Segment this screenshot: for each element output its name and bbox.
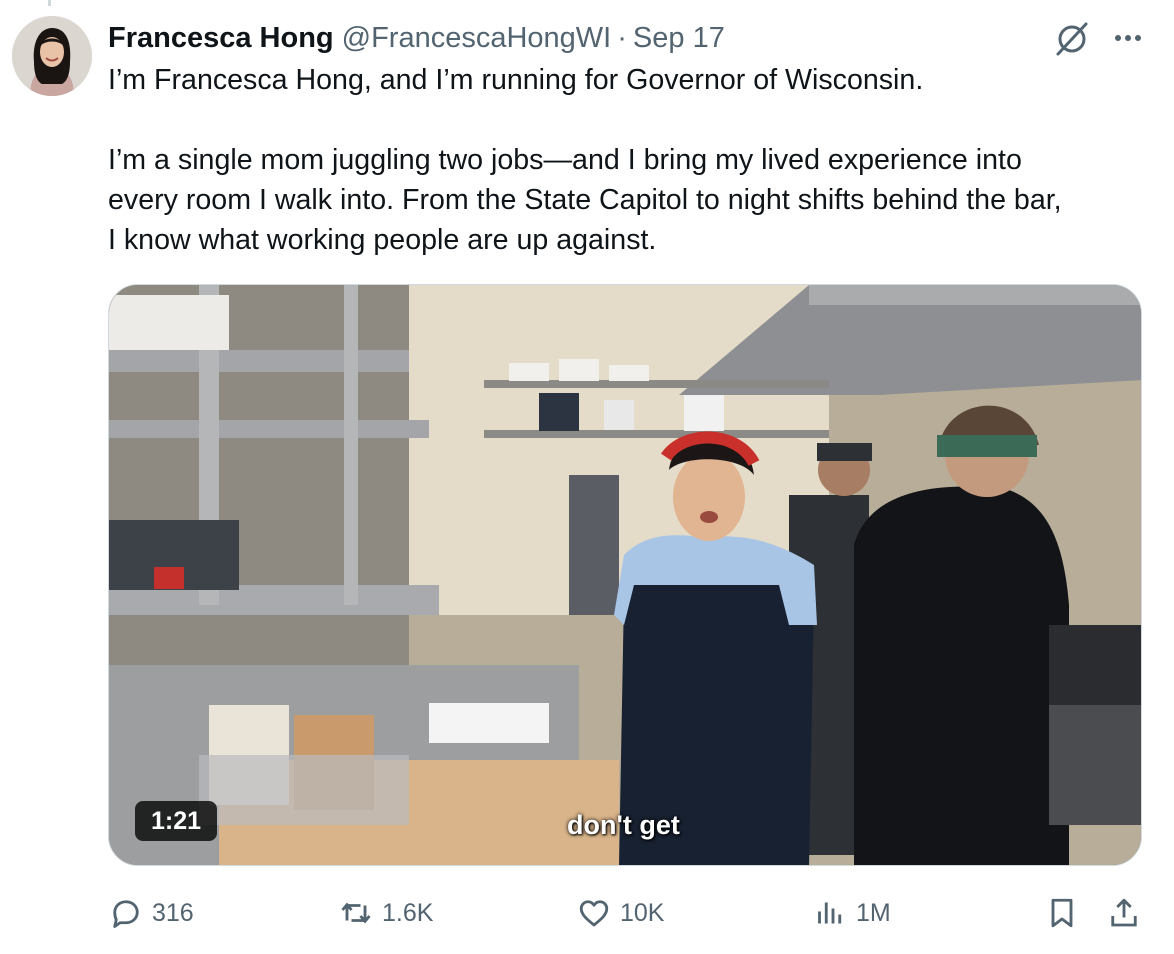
views-count: 1M xyxy=(856,898,891,927)
reply-icon xyxy=(108,895,144,931)
tweet-paragraph-2-line-3: I know what working people are up agains… xyxy=(108,224,657,256)
video-player[interactable]: 1:21 don't get xyxy=(108,284,1142,866)
video-frame xyxy=(109,285,1141,865)
reply-count: 316 xyxy=(152,898,194,927)
like-button[interactable]: 10K xyxy=(576,890,664,936)
tweet-paragraph-2-line-1: I’m a single mom juggling two jobs—and I… xyxy=(108,144,1022,176)
separator-dot: · xyxy=(617,21,627,54)
tweet-actions: 316 1.6K 10K 1M xyxy=(108,890,1148,936)
views-icon xyxy=(812,895,848,931)
share-icon xyxy=(1106,895,1142,931)
avatar-image xyxy=(12,16,92,96)
pinned-connector xyxy=(48,0,51,6)
more-icon[interactable] xyxy=(1108,18,1148,58)
bookmark-icon xyxy=(1044,895,1080,931)
video-caption: don't get xyxy=(567,810,680,840)
tweet-date[interactable]: Sep 17 xyxy=(633,22,725,55)
repost-count: 1.6K xyxy=(382,898,434,927)
author-avatar[interactable] xyxy=(12,16,92,96)
repost-button[interactable]: 1.6K xyxy=(338,890,433,936)
video-duration: 1:21 xyxy=(135,801,218,841)
like-count: 10K xyxy=(620,898,665,927)
tweet-paragraph-1: I’m Francesca Hong, and I’m running for … xyxy=(108,64,924,96)
views-button[interactable]: 1M xyxy=(812,890,891,936)
share-button[interactable] xyxy=(1106,890,1142,936)
reply-button[interactable]: 316 xyxy=(108,890,194,936)
grok-icon[interactable] xyxy=(1052,18,1092,58)
heart-icon xyxy=(576,895,612,931)
bookmark-button[interactable] xyxy=(1044,890,1080,936)
tweet-text: I’m Francesca Hong, and I’m running for … xyxy=(108,60,1158,260)
repost-icon xyxy=(338,895,374,931)
author-name[interactable]: Francesca Hong xyxy=(108,22,334,55)
tweet-paragraph-2-line-2: every room I walk into. From the State C… xyxy=(108,184,1062,216)
author-handle[interactable]: @FrancescaHongWI xyxy=(342,22,612,55)
tweet-header: Francesca Hong @FrancescaHongWI · Sep 17 xyxy=(108,18,1034,58)
